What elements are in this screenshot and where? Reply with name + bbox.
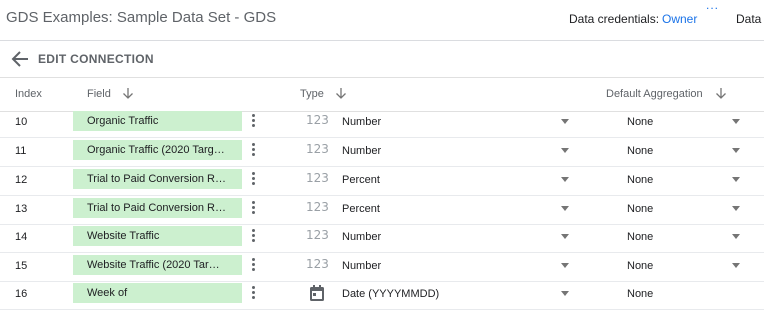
more-vert-icon[interactable] xyxy=(248,256,258,276)
number-icon: 123 xyxy=(306,142,329,156)
row-index: 16 xyxy=(15,288,28,300)
field-name-chip[interactable]: Week of xyxy=(73,283,242,303)
dropdown-arrow-icon xyxy=(561,291,569,296)
table-header: Index Field Type Default Aggregation xyxy=(0,78,764,112)
aggregation-value: None xyxy=(627,116,654,128)
type-value: Number xyxy=(342,145,382,157)
aggregation-column-header: Default Aggregation xyxy=(606,88,703,100)
type-dropdown[interactable]: Percent xyxy=(336,195,576,223)
type-dropdown[interactable]: Percent xyxy=(336,166,576,194)
back-arrow-icon[interactable] xyxy=(10,50,30,68)
dropdown-arrow-icon xyxy=(561,206,569,211)
aggregation-value: None xyxy=(627,145,654,157)
sort-arrow-icon[interactable] xyxy=(335,87,347,99)
type-dropdown[interactable]: Number xyxy=(336,108,576,136)
top-bar: GDS Examples: Sample Data Set - GDS ... … xyxy=(0,0,764,41)
sort-arrow-icon[interactable] xyxy=(122,87,134,99)
aggregation-dropdown[interactable]: None xyxy=(620,280,750,308)
edit-connection-bar: EDIT CONNECTION xyxy=(0,41,764,78)
sort-arrow-icon[interactable] xyxy=(715,87,727,99)
field-name-chip[interactable]: Organic Traffic (2020 Targ… xyxy=(73,140,242,160)
aggregation-dropdown[interactable]: None xyxy=(620,195,750,223)
field-column-header: Field xyxy=(87,88,111,100)
number-icon: 123 xyxy=(306,200,329,214)
credentials-label: Data credentials: xyxy=(569,12,660,26)
dropdown-arrow-icon xyxy=(561,177,569,182)
type-dropdown[interactable]: Number xyxy=(336,252,576,280)
dropdown-arrow-icon xyxy=(732,177,740,182)
table-row: 11 Organic Traffic (2020 Targ… 123 Numbe… xyxy=(0,137,764,167)
aggregation-value: None xyxy=(627,260,654,272)
row-index: 13 xyxy=(15,203,28,215)
aggregation-dropdown[interactable]: None xyxy=(620,166,750,194)
more-vert-icon[interactable] xyxy=(248,199,258,219)
type-value: Date (YYYYMMDD) xyxy=(342,288,440,300)
table-row: 14 Website Traffic 123 Number None xyxy=(0,223,764,253)
type-column-header: Type xyxy=(300,88,324,100)
type-dropdown[interactable]: Date (YYYYMMDD) xyxy=(336,280,576,308)
table-row: 12 Trial to Paid Conversion R… 123 Perce… xyxy=(0,166,764,196)
type-value: Number xyxy=(342,231,382,243)
table-row: 16 Week of Date (YYYYMMDD) None xyxy=(0,280,764,310)
dropdown-arrow-icon xyxy=(561,119,569,124)
field-name-chip[interactable]: Trial to Paid Conversion R… xyxy=(73,198,242,218)
type-value: Number xyxy=(342,260,382,272)
row-index: 14 xyxy=(15,231,28,243)
field-name-chip[interactable]: Website Traffic (2020 Tar… xyxy=(73,255,242,275)
dropdown-arrow-icon xyxy=(732,206,740,211)
aggregation-dropdown[interactable]: None xyxy=(620,108,750,136)
row-index: 11 xyxy=(15,145,27,157)
loading-indicator: ... xyxy=(706,0,720,12)
dropdown-arrow-icon xyxy=(732,148,740,153)
edit-connection-button[interactable]: EDIT CONNECTION xyxy=(38,52,154,66)
number-icon: 123 xyxy=(306,113,329,127)
dropdown-arrow-icon xyxy=(732,234,740,239)
aggregation-value: None xyxy=(627,288,654,300)
credentials-owner-link[interactable]: Owner xyxy=(662,12,697,26)
more-vert-icon[interactable] xyxy=(248,141,258,161)
aggregation-dropdown[interactable]: None xyxy=(620,252,750,280)
aggregation-dropdown[interactable]: None xyxy=(620,223,750,251)
index-column-header: Index xyxy=(15,88,42,100)
field-name-chip[interactable]: Website Traffic xyxy=(73,226,242,246)
type-dropdown[interactable]: Number xyxy=(336,223,576,251)
more-vert-icon[interactable] xyxy=(248,112,258,132)
table-row: 13 Trial to Paid Conversion R… 123 Perce… xyxy=(0,195,764,225)
type-value: Number xyxy=(342,116,382,128)
more-vert-icon[interactable] xyxy=(248,284,258,304)
dropdown-arrow-icon xyxy=(561,148,569,153)
row-index: 10 xyxy=(15,116,28,128)
dropdown-arrow-icon xyxy=(732,263,740,268)
aggregation-value: None xyxy=(627,203,654,215)
row-index: 12 xyxy=(15,174,28,186)
calendar-icon xyxy=(310,285,324,301)
table-row: 10 Organic Traffic 123 Number None xyxy=(0,108,764,138)
more-vert-icon[interactable] xyxy=(248,170,258,190)
number-icon: 123 xyxy=(306,228,329,242)
type-value: Percent xyxy=(342,203,380,215)
type-dropdown[interactable]: Number xyxy=(336,137,576,165)
dropdown-arrow-icon xyxy=(561,263,569,268)
number-icon: 123 xyxy=(306,257,329,271)
field-name-chip[interactable]: Organic Traffic xyxy=(73,111,242,131)
more-vert-icon[interactable] xyxy=(248,227,258,247)
data-source-title: GDS Examples: Sample Data Set - GDS xyxy=(6,9,277,26)
aggregation-dropdown[interactable]: None xyxy=(620,137,750,165)
aggregation-value: None xyxy=(627,231,654,243)
row-index: 15 xyxy=(15,260,28,272)
type-value: Percent xyxy=(342,174,380,186)
data-freshness-label[interactable]: Data xyxy=(736,12,761,26)
number-icon: 123 xyxy=(306,171,329,185)
dropdown-arrow-icon xyxy=(561,234,569,239)
field-name-chip[interactable]: Trial to Paid Conversion R… xyxy=(73,169,242,189)
aggregation-value: None xyxy=(627,174,654,186)
dropdown-arrow-icon xyxy=(732,119,740,124)
table-row: 15 Website Traffic (2020 Tar… 123 Number… xyxy=(0,252,764,282)
